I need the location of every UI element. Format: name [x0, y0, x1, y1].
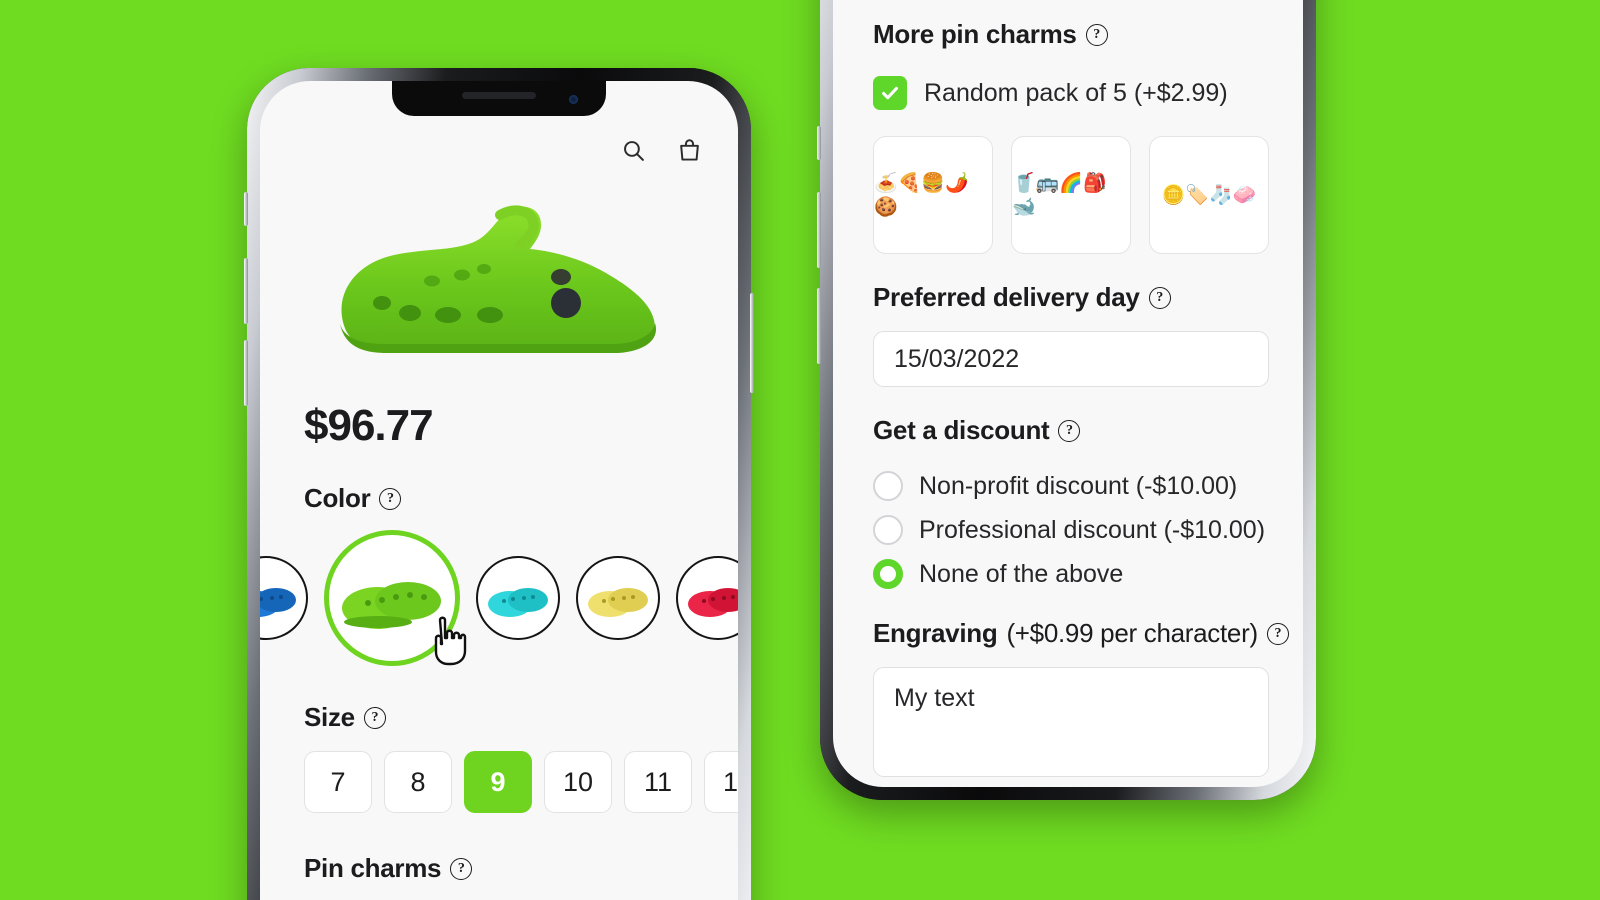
left-phone-mockup: $96.77 Color ? Size ? 7 8 9 10 11 1 Pin …	[244, 68, 754, 900]
screenshot-stage: $96.77 Color ? Size ? 7 8 9 10 11 1 Pin …	[0, 0, 1600, 900]
delivery-day-label: Preferred delivery day ?	[873, 282, 1269, 313]
green-clog-illustration	[340, 205, 656, 353]
color-swatch-yellow[interactable]	[576, 556, 660, 640]
more-pin-charms-label-text: More pin charms	[873, 19, 1077, 49]
help-icon[interactable]: ?	[363, 706, 386, 729]
engraving-label-text: Engraving	[873, 618, 998, 648]
color-swatch-turquoise[interactable]	[476, 556, 560, 640]
checkbox-checked-icon[interactable]	[873, 76, 907, 110]
radio-label-none: None of the above	[919, 559, 1124, 588]
size-button-9[interactable]: 9	[464, 751, 532, 813]
volume-up-button[interactable]	[817, 192, 821, 268]
engraving-label: Engraving (+$0.99 per character) ?	[873, 618, 1289, 649]
volume-down-button[interactable]	[817, 288, 821, 364]
power-button[interactable]	[750, 293, 754, 393]
engraving-textarea[interactable]: My text	[873, 667, 1269, 777]
search-icon[interactable]	[618, 135, 648, 165]
color-label-text: Color	[304, 483, 371, 513]
options-panel: More pin charms ? Random pack of 5 (+$2.…	[833, 0, 1303, 777]
size-option-row: 7 8 9 10 11 12	[260, 733, 738, 813]
help-icon[interactable]: ?	[1148, 286, 1171, 309]
color-swatch-row	[260, 514, 738, 666]
size-button-8[interactable]: 8	[384, 751, 452, 813]
right-phone-screen: More pin charms ? Random pack of 5 (+$2.…	[833, 0, 1303, 787]
front-camera	[569, 95, 578, 104]
color-swatch-blue[interactable]	[260, 556, 308, 640]
size-label-text: Size	[304, 702, 355, 732]
volume-down-button[interactable]	[244, 340, 248, 406]
radio-label-professional: Professional discount (-$10.00)	[919, 515, 1266, 544]
product-hero-image	[260, 173, 738, 387]
left-phone-screen: $96.77 Color ? Size ? 7 8 9 10 11 1 Pin …	[260, 81, 738, 900]
charm-pack-card-travel[interactable]: 🥤🚌🌈🎒🐋	[1011, 136, 1131, 254]
size-button-10[interactable]: 10	[544, 751, 612, 813]
pin-charms-section-label: Pin charms ?	[260, 853, 738, 884]
product-price: $96.77	[304, 401, 434, 450]
charm-pack-card-food[interactable]: 🍝🍕🍔🌶️🍪	[873, 136, 993, 254]
charm-pack-row: 🍝🍕🍔🌶️🍪 🥤🚌🌈🎒🐋 🪙🏷️🧦🧼	[873, 136, 1269, 254]
radio-unselected-icon[interactable]	[873, 471, 903, 501]
pin-charms-label-text: Pin charms	[304, 853, 442, 883]
more-pin-charms-label: More pin charms ?	[873, 19, 1269, 50]
size-section-label: Size ?	[260, 702, 738, 733]
radio-row-nonprofit[interactable]: Non-profit discount (-$10.00)	[873, 464, 1269, 508]
phone-notch	[392, 81, 606, 116]
radio-label-nonprofit: Non-profit discount (-$10.00)	[919, 471, 1238, 500]
radio-row-professional[interactable]: Professional discount (-$10.00)	[873, 508, 1269, 552]
help-icon[interactable]: ?	[1058, 419, 1081, 442]
charm-pack-card-sports[interactable]: 🪙🏷️🧦🧼	[1149, 136, 1269, 254]
delivery-day-label-text: Preferred delivery day	[873, 282, 1140, 312]
random-pack-checkbox-row[interactable]: Random pack of 5 (+$2.99)	[873, 76, 1269, 110]
engraving-price-suffix: (+$0.99 per character)	[1006, 618, 1258, 648]
mute-switch[interactable]	[244, 192, 248, 226]
discount-label: Get a discount ?	[873, 415, 1269, 446]
size-button-12[interactable]: 12	[704, 751, 738, 813]
random-pack-label: Random pack of 5 (+$2.99)	[924, 78, 1228, 107]
color-swatch-red[interactable]	[676, 556, 738, 640]
radio-row-none[interactable]: None of the above	[873, 552, 1269, 596]
delivery-date-input[interactable]: 15/03/2022	[873, 331, 1269, 387]
discount-radio-group: Non-profit discount (-$10.00) Profession…	[873, 464, 1269, 596]
right-phone-mockup: More pin charms ? Random pack of 5 (+$2.…	[817, 0, 1316, 800]
color-section-label: Color ?	[260, 483, 738, 514]
help-icon[interactable]: ?	[450, 857, 473, 880]
help-icon[interactable]: ?	[1266, 622, 1289, 645]
shopping-bag-icon[interactable]	[674, 135, 704, 165]
size-button-7[interactable]: 7	[304, 751, 372, 813]
help-icon[interactable]: ?	[1085, 23, 1108, 46]
color-swatch-green[interactable]	[324, 530, 460, 666]
radio-selected-icon[interactable]	[873, 559, 903, 589]
discount-label-text: Get a discount	[873, 415, 1050, 445]
volume-up-button[interactable]	[244, 258, 248, 324]
earpiece-speaker	[462, 92, 536, 99]
radio-unselected-icon[interactable]	[873, 515, 903, 545]
mute-switch[interactable]	[817, 126, 821, 160]
size-button-11[interactable]: 11	[624, 751, 692, 813]
help-icon[interactable]: ?	[379, 487, 402, 510]
